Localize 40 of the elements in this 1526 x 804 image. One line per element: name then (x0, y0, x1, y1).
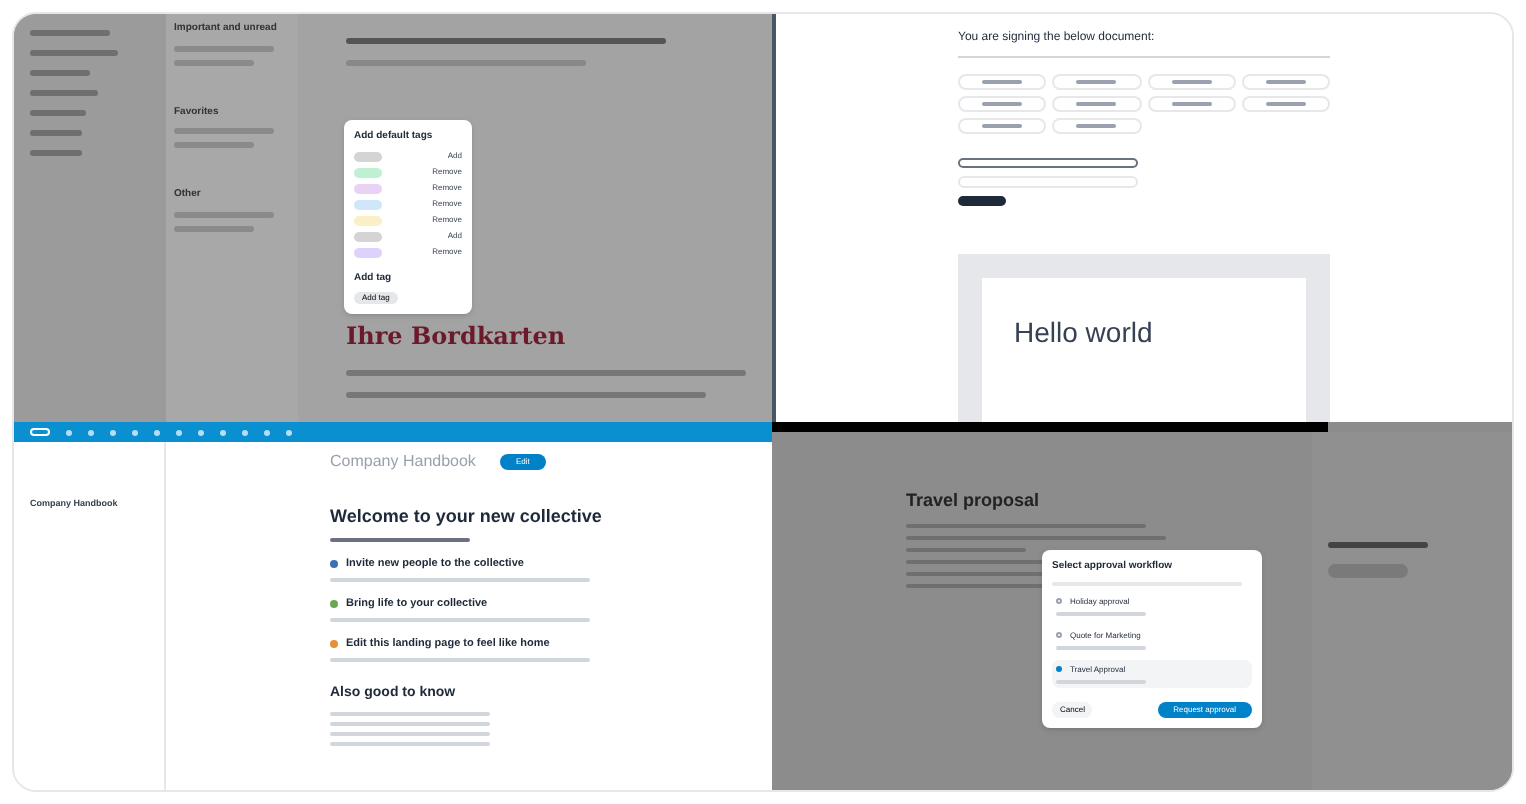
app-icon[interactable] (132, 429, 138, 435)
logo-icon (30, 428, 50, 436)
app-icon[interactable] (264, 429, 270, 435)
blurred-text-bar (30, 30, 110, 36)
blurred-text-bar (30, 130, 82, 136)
app-icon[interactable] (88, 429, 94, 435)
signing-option-button[interactable] (1241, 74, 1330, 90)
email-heading: Ihre Bordkarten (346, 320, 568, 355)
blurred-text-bar (30, 70, 90, 76)
page-heading: Welcome to your new collective (330, 504, 604, 530)
page-title: Company Handbook (330, 450, 476, 474)
app-icon[interactable] (286, 429, 292, 435)
signing-option-button[interactable] (958, 118, 1047, 134)
signing-option-button[interactable] (1052, 96, 1141, 112)
app-icon[interactable] (110, 429, 116, 435)
app-icon[interactable] (198, 429, 204, 435)
signing-option-button[interactable] (1241, 96, 1330, 112)
text-input[interactable] (958, 158, 1138, 169)
blurred-text-bar (30, 50, 118, 56)
app-icon[interactable] (242, 429, 248, 435)
blurred-text-bar (30, 90, 98, 96)
radio-button[interactable] (1056, 598, 1062, 604)
document-title: Travel proposal (906, 488, 1042, 514)
app-icon[interactable] (154, 429, 160, 435)
blurred-text-bar (30, 150, 82, 156)
signing-option-button[interactable] (958, 96, 1047, 112)
signing-option-button[interactable] (1147, 96, 1236, 112)
signing-option-button[interactable] (958, 74, 1047, 90)
radio-button[interactable] (1056, 632, 1062, 638)
document-text: Hello world (1014, 316, 1153, 349)
blurred-text-bar (1328, 542, 1428, 548)
app-icon[interactable] (220, 429, 226, 435)
signing-option-button[interactable] (1052, 118, 1141, 134)
app-icon[interactable] (66, 429, 72, 435)
signing-option-button[interactable] (1052, 74, 1141, 90)
app-icon[interactable] (176, 429, 182, 435)
blurred-text-bar (30, 110, 86, 116)
radio-button[interactable] (1056, 666, 1062, 672)
signing-option-button[interactable] (1147, 74, 1236, 90)
sign-button[interactable] (958, 195, 1006, 207)
